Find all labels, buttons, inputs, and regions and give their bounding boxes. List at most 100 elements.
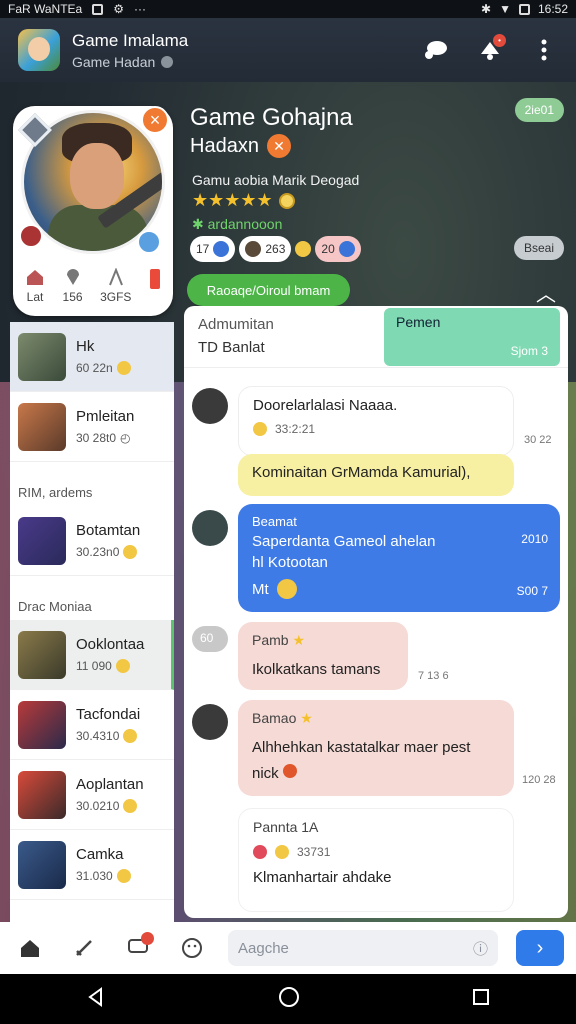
- message-bubble[interactable]: Beamat Saperdanta Gameol ahelan hl Kotoo…: [238, 504, 560, 612]
- likes-stat[interactable]: 156: [63, 268, 83, 304]
- home-icon[interactable]: [12, 930, 48, 966]
- emoji-icon: [253, 422, 267, 436]
- more-status-icon: ···: [134, 2, 146, 16]
- tools-icon[interactable]: ✕: [266, 134, 291, 158]
- system-nav-bar: [0, 974, 576, 1024]
- message-bubble[interactable]: Pamb ★ Ikolkatkans tamans: [238, 622, 408, 690]
- more-vert-icon[interactable]: [530, 36, 558, 64]
- status-bar: FaR WaNTEa ⚙ ··· ✱ ▼ 16:52: [0, 0, 576, 18]
- message-count-badge: 60: [192, 626, 228, 652]
- avatar: [18, 516, 66, 565]
- message-bubble[interactable]: Doorelarlalasi Naaaa. 33:2:21: [238, 386, 514, 456]
- emoji-picker-icon[interactable]: [174, 930, 210, 966]
- level-stat[interactable]: 3GFS: [100, 268, 131, 304]
- avatar: [18, 700, 66, 749]
- info-icon[interactable]: [161, 55, 174, 68]
- list-item[interactable]: Botamtan 30.23n0: [10, 506, 174, 576]
- game-subtitle: Hadaxn ✕: [190, 134, 291, 158]
- notification-bell-icon[interactable]: •: [476, 34, 506, 64]
- avatar[interactable]: [192, 704, 228, 740]
- recents-icon[interactable]: [472, 988, 490, 1011]
- chat-bubble-icon[interactable]: [422, 36, 450, 64]
- list-item[interactable]: Tacfondai 30.4310: [10, 690, 174, 760]
- bluetooth-icon: ✱: [481, 2, 492, 16]
- profile-card[interactable]: × Lat 156 3GFS: [13, 106, 173, 316]
- list-item[interactable]: Hk 60 22n: [10, 322, 174, 392]
- avatar: [18, 332, 66, 381]
- ability-badge-icon: [137, 230, 161, 254]
- sunglasses-icon: [295, 236, 312, 262]
- chat-badge: [141, 932, 154, 945]
- clock-icon: ◴: [120, 431, 131, 445]
- app-title: Game Imalama: [72, 30, 189, 50]
- chat-header: Admumitan TD Banlat Pemen Sjom 3: [184, 306, 568, 368]
- pinned-card[interactable]: Pemen Sjom 3: [384, 308, 560, 366]
- game-title: Game Gohajna: [190, 104, 353, 131]
- message-bubble[interactable]: Pannta 1A 33731 Klmanhartair ahdake: [238, 808, 514, 912]
- home-circle-icon[interactable]: [278, 986, 300, 1013]
- list-item[interactable]: Pmleitan 30 28t0 ◴: [10, 392, 174, 462]
- game-tagline: ✱ ardannooon: [192, 216, 283, 232]
- app-logo[interactable]: [18, 29, 60, 71]
- emoji-icon: [276, 579, 297, 599]
- emoji-icon: [123, 729, 138, 743]
- wifi-icon: ▼: [499, 2, 511, 16]
- apple-emoji-icon: [253, 845, 267, 859]
- chat-icon[interactable]: [120, 930, 156, 966]
- section-label: RIM, ardems: [18, 485, 93, 500]
- chip-friends[interactable]: 263: [239, 236, 292, 262]
- list-item[interactable]: Camka 31.030: [10, 830, 174, 900]
- message-time: 7 13 6: [418, 670, 449, 682]
- section-label: Drac Moniaa: [18, 599, 92, 614]
- conversation-list: Hk 60 22n Pmleitan 30 28t0 ◴ RIM, ardems …: [10, 322, 174, 922]
- chat-header-title: Admumitan: [198, 316, 274, 333]
- send-button[interactable]: ›: [516, 930, 564, 966]
- chip-score[interactable]: 20: [315, 236, 361, 262]
- game-description: Gamu aobia Marik Deogad: [192, 172, 360, 188]
- coin-icon: [278, 192, 295, 209]
- message-bubble[interactable]: Bamao ★ Alhhehkan kastatalkar maer pest …: [238, 700, 514, 796]
- emoji-icon: [275, 845, 289, 859]
- message-time: 120 28: [522, 774, 556, 786]
- emoji-icon: [116, 869, 131, 883]
- back-icon[interactable]: [86, 986, 106, 1012]
- bottom-input-bar: Aagche ⓘ ›: [0, 922, 576, 974]
- emoji-icon: [123, 545, 138, 559]
- close-badge-icon[interactable]: ×: [141, 106, 169, 134]
- emoji-icon: [116, 361, 131, 375]
- avatar: [18, 770, 66, 819]
- chat-panel: Admumitan TD Banlat Pemen Sjom 3 Doorela…: [184, 306, 568, 918]
- home-stat[interactable]: Lat: [25, 268, 45, 304]
- avatar: [18, 402, 66, 451]
- chip-players[interactable]: 17: [190, 236, 236, 262]
- message-time: 30 22: [524, 434, 552, 446]
- trophy-stat[interactable]: [149, 268, 161, 304]
- emoji-icon: [115, 659, 130, 673]
- stats-chips: 17 263 20: [190, 236, 361, 262]
- play-action-button[interactable]: Raoaqe/Oiroul bmam: [187, 274, 350, 306]
- top-pill[interactable]: 2ie01: [514, 98, 564, 122]
- weapon-badge-icon: [19, 224, 43, 248]
- notification-icon: [92, 3, 104, 15]
- rocket-icon[interactable]: [66, 930, 102, 966]
- battery-icon: [518, 3, 530, 15]
- avatar[interactable]: [192, 510, 228, 546]
- mid-pill[interactable]: Bseai: [513, 236, 564, 260]
- collapse-chevron-icon[interactable]: ︿: [536, 278, 556, 307]
- settings-status-icon: ⚙: [113, 2, 124, 16]
- message-bubble[interactable]: Kominaitan GrMamda Kamurial),: [238, 454, 514, 496]
- rating-stars: ★★★★★: [192, 190, 295, 211]
- carrier-text: FaR WaNTEa: [8, 2, 83, 16]
- list-item[interactable]: Ooklontaa 11 090: [10, 620, 174, 690]
- avatar[interactable]: [192, 388, 228, 424]
- message-input[interactable]: Aagche ⓘ: [228, 930, 498, 966]
- fire-emoji-icon: [282, 764, 297, 778]
- info-circle-icon[interactable]: ⓘ: [473, 938, 488, 959]
- notification-badge: •: [493, 34, 506, 47]
- clock-text: 16:52: [537, 2, 568, 16]
- app-bar: Game Imalama Game Hadan •: [0, 18, 576, 82]
- chat-header-subtitle: TD Banlat: [198, 339, 265, 356]
- avatar: [18, 840, 66, 889]
- list-item[interactable]: Aoplantan 30.0210: [10, 760, 174, 830]
- avatar: [18, 630, 66, 679]
